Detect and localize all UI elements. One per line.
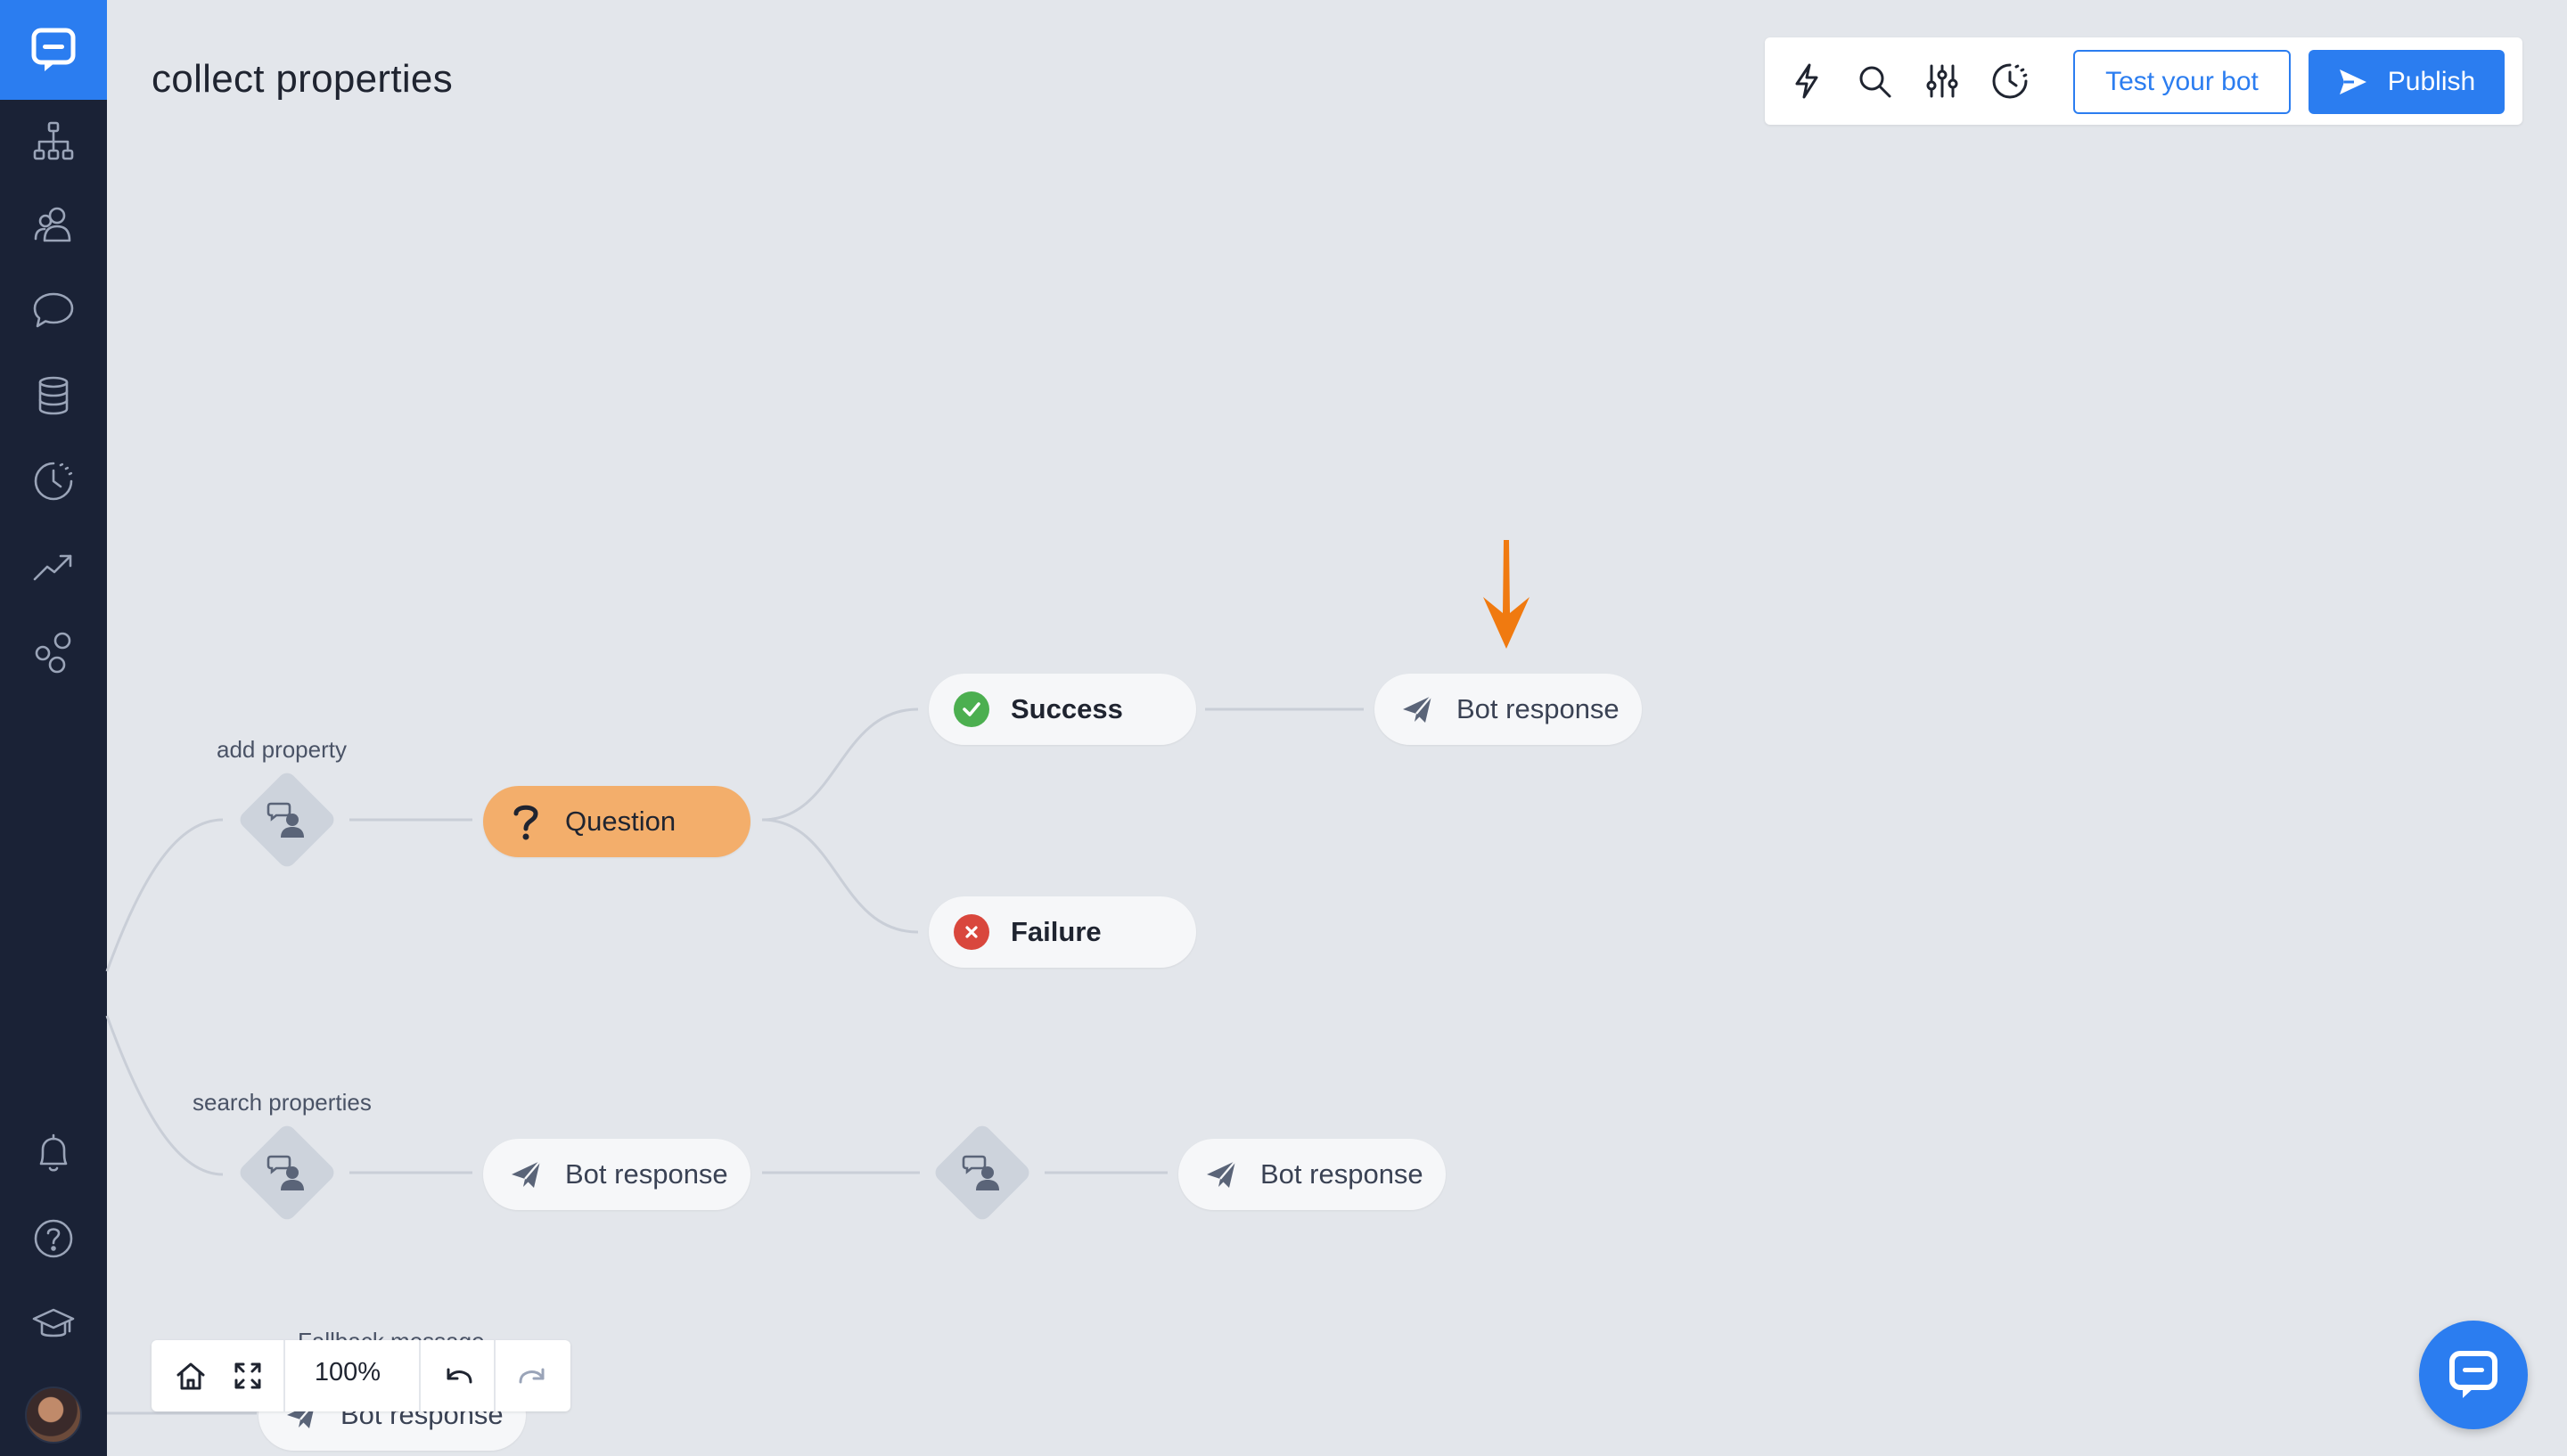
database-icon[interactable] bbox=[27, 369, 80, 422]
lightning-icon[interactable] bbox=[1783, 57, 1831, 105]
page-title: collect properties bbox=[152, 57, 453, 101]
send-icon bbox=[1398, 690, 1437, 729]
bell-icon[interactable] bbox=[27, 1126, 80, 1180]
intent-node-add-property[interactable] bbox=[236, 769, 338, 871]
question-mark-icon bbox=[506, 802, 545, 841]
send-icon bbox=[506, 1155, 545, 1194]
chatbot-logo-icon bbox=[31, 28, 76, 71]
trending-icon[interactable] bbox=[27, 540, 80, 593]
question-circle-icon[interactable] bbox=[27, 1212, 80, 1265]
bot-response-label: Bot response bbox=[1456, 693, 1620, 724]
bot-response-node[interactable]: Bot response bbox=[1178, 1139, 1446, 1210]
success-node[interactable]: Success bbox=[929, 674, 1196, 745]
question-label: Question bbox=[565, 806, 677, 837]
bot-response-label: Bot response bbox=[1260, 1158, 1423, 1190]
flow-connectors bbox=[105, 708, 1364, 1415]
chat-widget-button[interactable] bbox=[2419, 1321, 2528, 1429]
divider bbox=[283, 1340, 285, 1411]
history-icon[interactable] bbox=[27, 454, 80, 508]
question-node[interactable]: Question bbox=[483, 786, 750, 857]
intent-label-add-property: add property bbox=[217, 736, 347, 763]
annotation-arrow-icon bbox=[1483, 540, 1530, 649]
intent-label-search-properties: search properties bbox=[193, 1089, 372, 1116]
divider bbox=[494, 1340, 496, 1411]
failure-label: Failure bbox=[1011, 916, 1102, 947]
test-your-bot-button[interactable]: Test your bot bbox=[2073, 50, 2291, 114]
send-icon bbox=[2339, 70, 2366, 94]
zoom-level[interactable]: 100% bbox=[303, 1358, 392, 1387]
graduation-cap-icon[interactable] bbox=[27, 1297, 80, 1351]
users-icon[interactable] bbox=[27, 198, 80, 251]
x-circle-icon bbox=[952, 912, 991, 952]
search-icon[interactable] bbox=[1850, 57, 1899, 105]
history-icon[interactable] bbox=[1986, 57, 2034, 105]
user-avatar[interactable] bbox=[25, 1386, 82, 1444]
publish-label: Publish bbox=[2387, 67, 2476, 96]
divider bbox=[419, 1340, 421, 1411]
bot-response-node[interactable]: Bot response bbox=[483, 1139, 750, 1210]
sliders-icon[interactable] bbox=[1918, 57, 1966, 105]
bot-response-node[interactable]: Bot response bbox=[1374, 674, 1642, 745]
top-toolbar: Test your bot Publish bbox=[1765, 37, 2522, 125]
bot-response-label: Bot response bbox=[565, 1158, 728, 1190]
check-circle-icon bbox=[952, 690, 991, 729]
fullscreen-icon[interactable] bbox=[225, 1353, 271, 1399]
user-input-node[interactable] bbox=[931, 1122, 1033, 1223]
chat-icon bbox=[2449, 1351, 2497, 1398]
intent-node-search-properties[interactable] bbox=[236, 1122, 338, 1223]
sitemap-icon[interactable] bbox=[27, 114, 80, 168]
sidebar bbox=[0, 0, 107, 1456]
home-icon[interactable] bbox=[168, 1353, 214, 1399]
bubbles-icon[interactable] bbox=[27, 626, 80, 679]
chat-bubble-icon[interactable] bbox=[27, 283, 80, 337]
failure-node[interactable]: Failure bbox=[929, 896, 1196, 968]
undo-icon[interactable] bbox=[435, 1353, 481, 1399]
success-label: Success bbox=[1011, 693, 1123, 724]
canvas-controls: 100% bbox=[152, 1340, 570, 1411]
app-logo[interactable] bbox=[0, 0, 107, 100]
redo-icon[interactable] bbox=[510, 1353, 556, 1399]
publish-button[interactable]: Publish bbox=[2309, 50, 2505, 114]
send-icon bbox=[1201, 1155, 1241, 1194]
